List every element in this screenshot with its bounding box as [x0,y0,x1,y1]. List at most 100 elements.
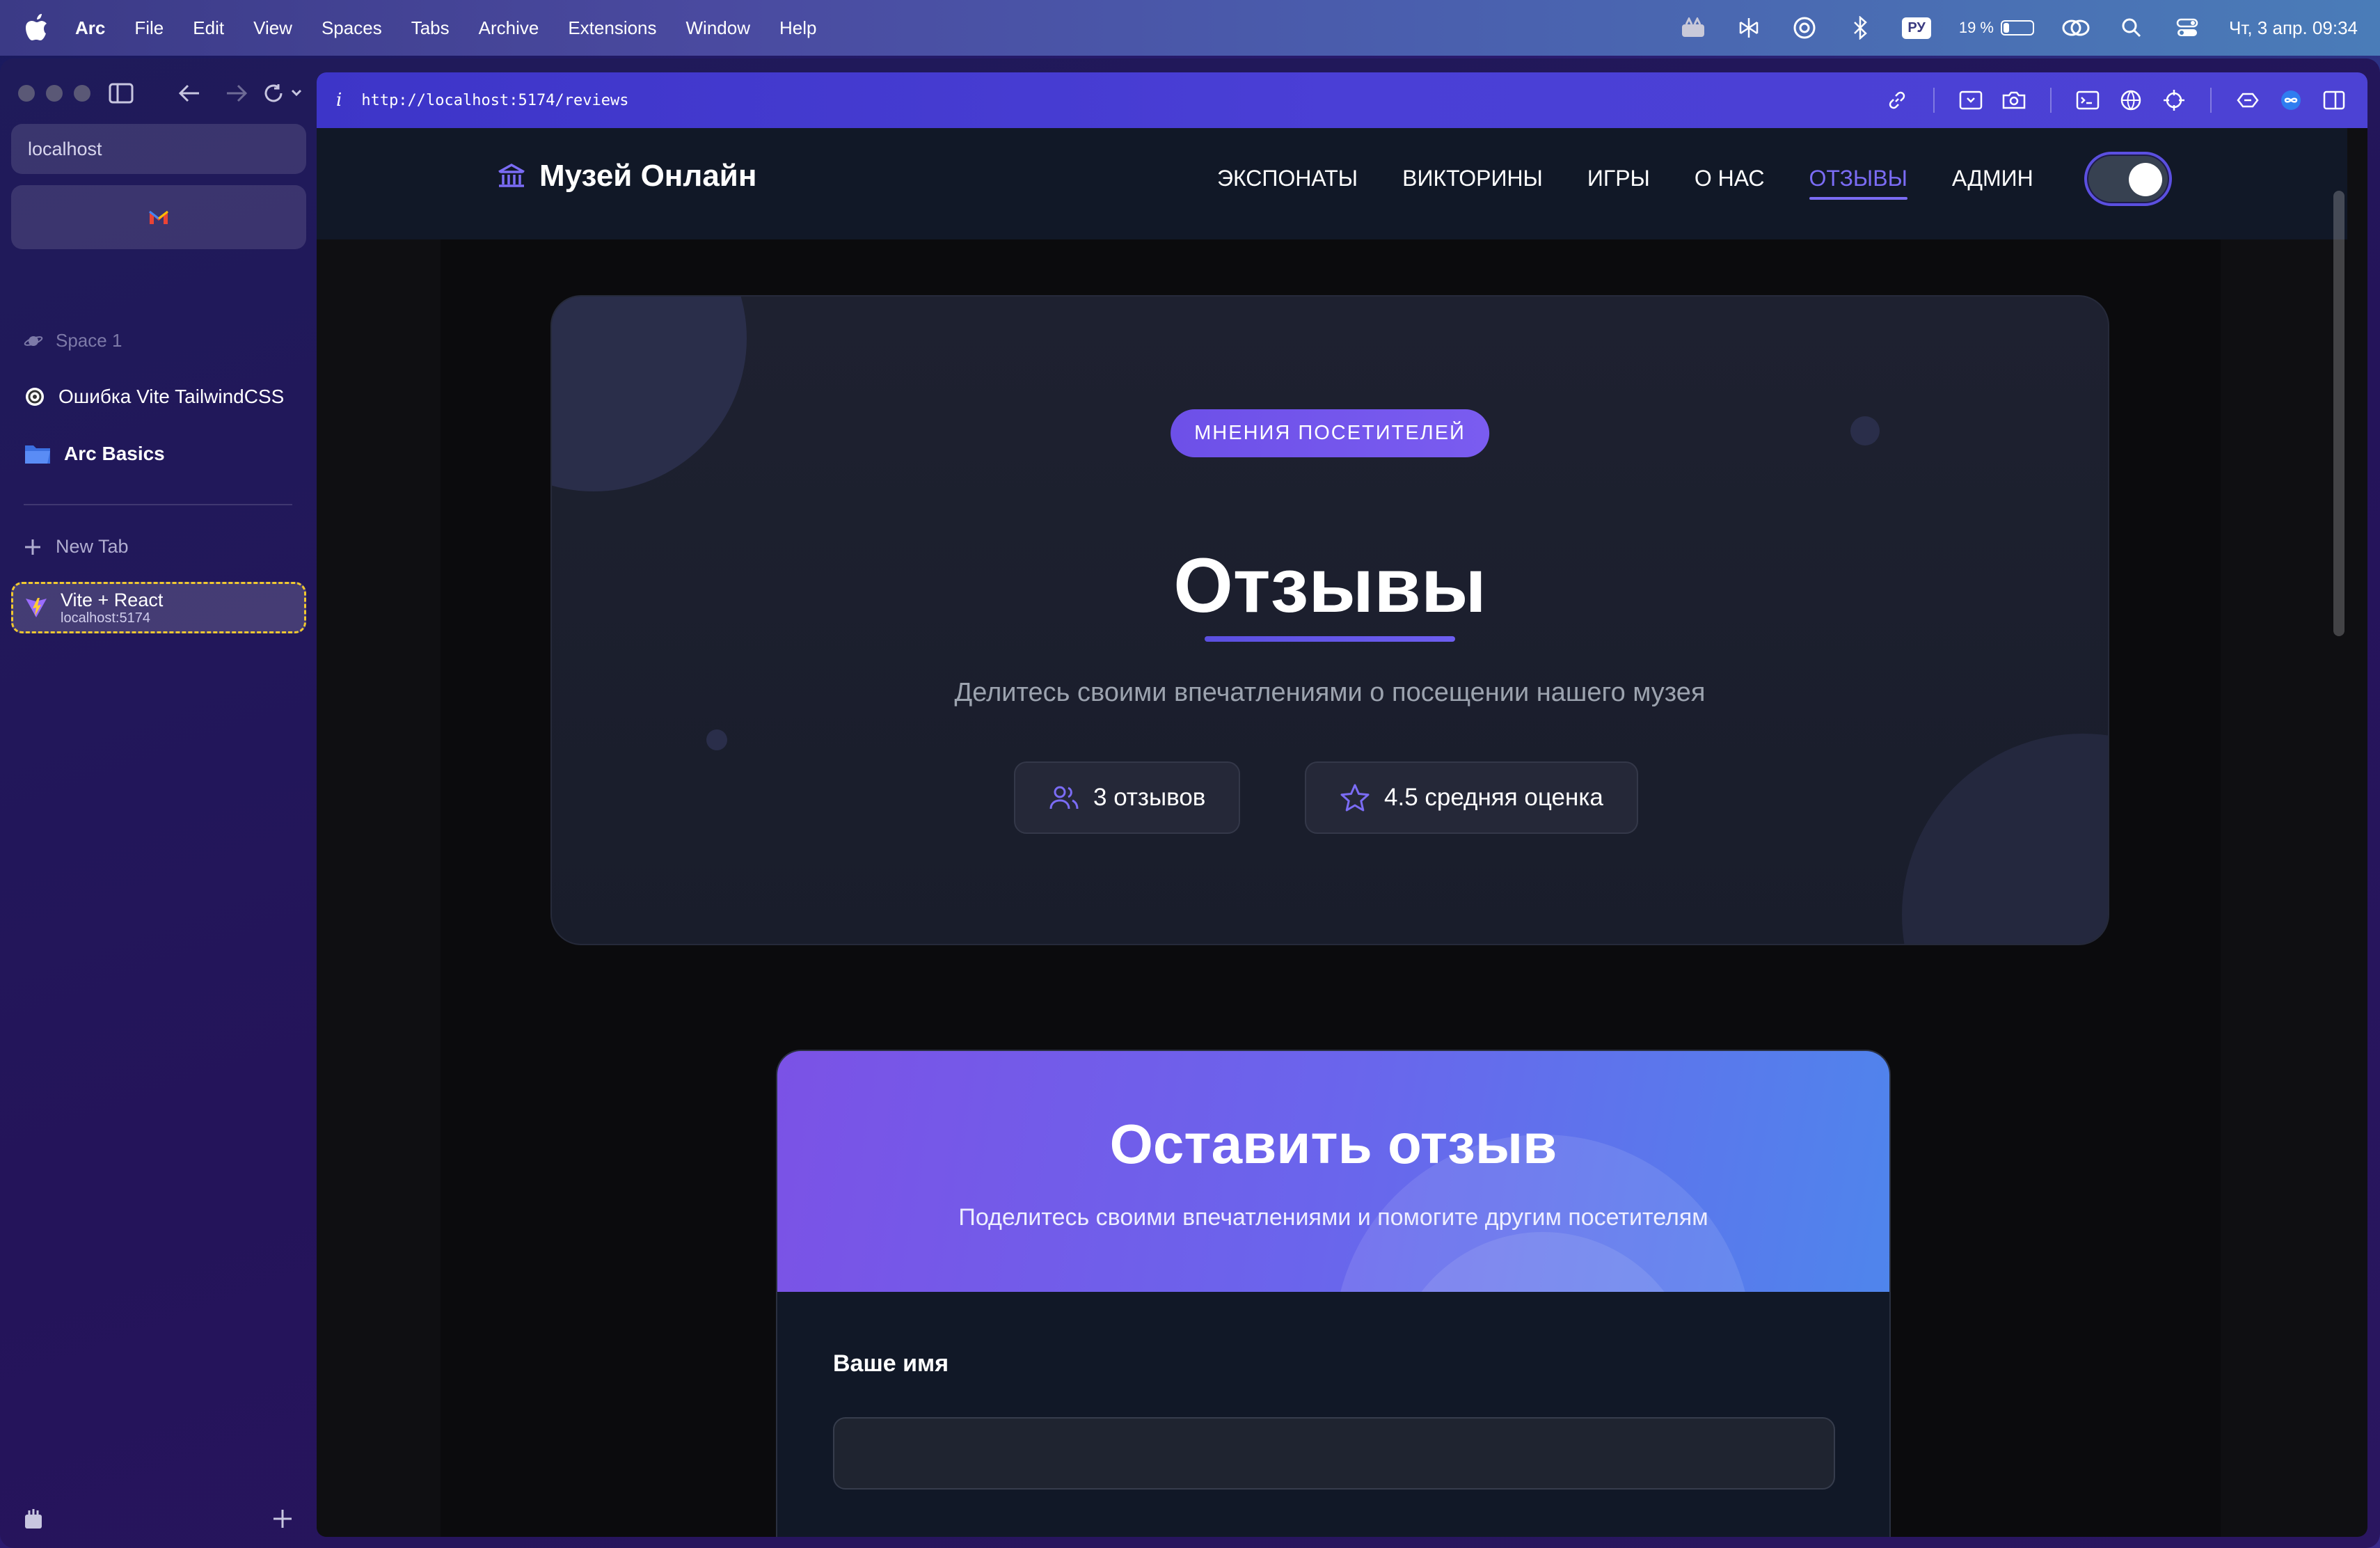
title-underline [1205,636,1455,642]
page-title: Отзывы [1173,543,1486,629]
name-field-label: Ваше имя [833,1350,949,1377]
globe-icon[interactable] [2117,86,2145,114]
star-icon [1340,784,1370,812]
toggle-sidebar-icon[interactable] [106,78,136,109]
folder-icon [25,445,50,464]
site-logo[interactable]: Музей Онлайн [496,159,756,194]
visitor-opinions-badge: МНЕНИЯ ПОСЕТИТЕЛЕЙ [1171,409,1489,457]
screen-mirroring-icon[interactable] [2062,14,2090,42]
camera-icon[interactable] [2000,86,2028,114]
menubar-clock[interactable]: Чт, 3 апр. 09:34 [2229,17,2358,39]
menu-app-name[interactable]: Arc [75,17,105,39]
decor-dot [706,729,727,750]
page-subtitle: Делитесь своими впечатлениями о посещени… [954,678,1706,707]
users-icon [1049,786,1079,809]
space-label[interactable]: Space 1 [24,330,122,352]
spotlight-search-icon[interactable] [2118,14,2145,42]
nav-exhibits[interactable]: ЭКСПОНАТЫ [1217,166,1358,191]
address-url[interactable]: http://localhost:5174/reviews [361,92,628,109]
theme-toggle[interactable] [2084,152,2172,206]
cat-status-icon[interactable] [1679,14,1707,42]
archive-icon[interactable] [18,1503,49,1534]
extensions-icon[interactable] [2234,86,2262,114]
minimize-window-button[interactable] [46,85,63,102]
review-form-header: Оставить отзыв Поделитесь своими впечатл… [777,1051,1889,1292]
input-language-badge[interactable]: РУ [1902,17,1931,39]
menu-view[interactable]: View [253,17,292,39]
arc-sidebar: localhost Space 1 Ошибка Vite TailwindCS… [0,58,317,1548]
bluetooth-icon[interactable] [1846,14,1874,42]
new-tab-label: New Tab [56,536,129,557]
menu-window[interactable]: Window [686,17,750,39]
openai-icon [26,388,44,406]
developer-console-icon[interactable] [2074,86,2102,114]
forward-arrow-icon[interactable] [221,78,252,109]
toolbar-divider [2050,88,2052,113]
web-page: Музей Онлайн ЭКСПОНАТЫ ВИКТОРИНЫ ИГРЫ О … [317,128,2347,1537]
address-bar[interactable]: i http://localhost:5174/reviews [317,72,2367,128]
perplexity-icon[interactable] [1735,14,1763,42]
name-input[interactable] [833,1417,1835,1490]
menu-tabs[interactable]: Tabs [411,17,450,39]
macos-menu-bar: Arc File Edit View Spaces Tabs Archive E… [0,0,2380,56]
menu-edit[interactable]: Edit [193,17,224,39]
site-info-icon[interactable]: i [336,90,342,111]
review-form-subtitle: Поделитесь своими впечатлениями и помоги… [958,1204,1708,1231]
toolbar-divider [2210,88,2212,113]
crosshair-icon[interactable] [2160,86,2188,114]
zoom-window-button[interactable] [74,85,90,102]
pinned-tab-label: Ошибка Vite TailwindCSS [58,386,285,407]
decor-circle [1902,734,2108,944]
nav-about[interactable]: О НАС [1695,166,1765,191]
page-scrollbar[interactable] [2333,191,2345,636]
menu-extensions[interactable]: Extensions [568,17,656,39]
menu-spaces[interactable]: Spaces [322,17,382,39]
nav-games[interactable]: ИГРЫ [1587,166,1650,191]
menu-help[interactable]: Help [779,17,816,39]
nav-reviews[interactable]: ОТЗЫВЫ [1809,166,1908,200]
apple-logo-icon[interactable] [22,14,50,42]
active-tab-title: Vite + React [61,590,164,610]
reviews-count-stat: 3 отзывов [1014,761,1241,834]
sidebar-url-bar[interactable]: localhost [11,124,306,174]
back-arrow-icon[interactable] [174,78,205,109]
nav-quizzes[interactable]: ВИКТОРИНЫ [1402,166,1543,191]
decor-circle [552,297,747,491]
chatgpt-icon[interactable] [1791,14,1818,42]
battery-indicator[interactable]: 19 % [1959,19,2034,37]
average-rating-text: 4.5 средняя оценка [1384,784,1603,811]
active-tab-vite-react[interactable]: Vite + React localhost:5174 [11,582,306,633]
capture-icon[interactable] [1957,86,1985,114]
pinned-tab-vite-error[interactable]: Ошибка Vite TailwindCSS [24,386,284,408]
museum-icon [498,163,525,187]
review-form-card: Оставить отзыв Поделитесь своими впечатл… [776,1050,1891,1537]
browser-content: i http://localhost:5174/reviews Музей Он… [317,72,2367,1537]
site-logo-text: Музей Онлайн [539,159,757,193]
split-view-icon[interactable] [2320,86,2348,114]
menu-archive[interactable]: Archive [479,17,539,39]
control-center-icon[interactable] [2173,14,2201,42]
reload-icon[interactable] [259,78,309,109]
new-tab-button[interactable]: New Tab [24,536,129,558]
pinned-folder-arc-basics[interactable]: Arc Basics [24,443,165,465]
active-tab-url: localhost:5174 [61,610,150,626]
battery-icon [2001,20,2034,35]
vite-logo-icon [26,598,47,617]
nav-admin[interactable]: АДМИН [1952,166,2033,191]
site-nav: ЭКСПОНАТЫ ВИКТОРИНЫ ИГРЫ О НАС ОТЗЫВЫ АД… [1217,166,2033,200]
reviews-count-text: 3 отзывов [1093,784,1206,811]
menu-file[interactable]: File [134,17,164,39]
battery-percent: 19 % [1958,19,1994,36]
favorite-gmail-tile[interactable] [11,185,306,249]
planet-icon [24,335,43,346]
arc-browser-window: localhost Space 1 Ошибка Vite TailwindCS… [0,58,2380,1548]
reviews-hero: МНЕНИЯ ПОСЕТИТЕЛЕЙ Отзывы Делитесь своим… [550,295,2109,945]
toolbar-divider [1933,88,1935,113]
copy-link-icon[interactable] [1883,86,1911,114]
add-space-icon[interactable] [267,1503,298,1534]
site-header: Музей Онлайн ЭКСПОНАТЫ ВИКТОРИНЫ ИГРЫ О … [317,128,2347,239]
review-form-title: Оставить отзыв [1109,1113,1557,1175]
toggle-knob [2129,163,2162,196]
infinity-extension-icon[interactable] [2277,86,2305,114]
close-window-button[interactable] [18,85,35,102]
